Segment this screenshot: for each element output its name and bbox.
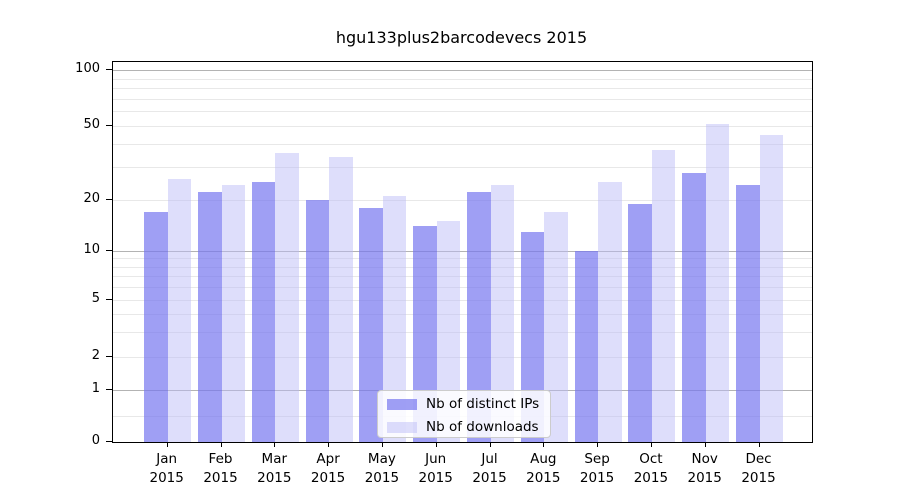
legend: Nb of distinct IPs Nb of downloads	[377, 390, 551, 438]
legend-label-distinct-ips: Nb of distinct IPs	[426, 396, 539, 412]
y-tick-label: 10	[50, 242, 100, 258]
bar-downloads-apr	[329, 157, 353, 442]
bar-downloads-nov	[706, 124, 730, 442]
legend-swatch-downloads	[387, 422, 417, 433]
y-tick-mark	[106, 299, 113, 300]
y-tick-label: 100	[50, 61, 100, 77]
major-gridline	[113, 70, 812, 71]
x-tick-mark	[597, 443, 598, 447]
bar-distinct-ips-sep	[575, 251, 599, 442]
bar-downloads-feb	[222, 185, 246, 442]
minor-gridline	[113, 99, 812, 100]
x-tick-label-dec: Dec2015	[727, 450, 791, 488]
x-tick-mark	[705, 443, 706, 447]
x-tick-mark	[328, 443, 329, 447]
bar-downloads-dec	[760, 135, 784, 443]
x-tick-mark	[490, 443, 491, 447]
x-tick-mark	[759, 443, 760, 447]
y-tick-label: 2	[50, 348, 100, 364]
minor-gridline	[113, 79, 812, 80]
bar-distinct-ips-dec	[736, 185, 760, 442]
y-tick-mark	[106, 389, 113, 390]
bar-distinct-ips-apr	[306, 200, 330, 442]
x-tick-mark	[221, 443, 222, 447]
download-stats-chart: hgu133plus2barcodevecs 2015 Nb of distin…	[0, 0, 900, 500]
y-tick-label: 5	[50, 291, 100, 307]
bar-downloads-sep	[598, 182, 622, 442]
y-tick-label: 50	[50, 117, 100, 133]
y-tick-mark	[106, 199, 113, 200]
y-tick-mark	[106, 125, 113, 126]
minor-gridline	[113, 111, 812, 112]
y-tick-mark	[106, 356, 113, 357]
legend-swatch-distinct-ips	[387, 399, 417, 410]
bar-downloads-oct	[652, 150, 676, 442]
x-tick-mark	[167, 443, 168, 447]
plot-area: Nb of distinct IPs Nb of downloads	[112, 61, 813, 443]
y-tick-label: 20	[50, 191, 100, 207]
bar-distinct-ips-jan	[144, 212, 168, 442]
y-tick-label: 1	[50, 381, 100, 397]
bar-downloads-jan	[168, 179, 192, 442]
legend-entry-downloads: Nb of downloads	[387, 417, 550, 437]
chart-title: hgu133plus2barcodevecs 2015	[112, 28, 811, 47]
legend-label-downloads: Nb of downloads	[426, 419, 539, 435]
x-tick-mark	[382, 443, 383, 447]
y-tick-label: 0	[50, 433, 100, 449]
x-tick-mark	[274, 443, 275, 447]
x-tick-mark	[543, 443, 544, 447]
legend-entry-distinct-ips: Nb of distinct IPs	[387, 394, 550, 414]
bar-distinct-ips-oct	[628, 204, 652, 442]
bar-distinct-ips-feb	[198, 192, 222, 442]
x-tick-mark	[651, 443, 652, 447]
bar-downloads-mar	[275, 153, 299, 443]
y-tick-mark	[106, 69, 113, 70]
y-tick-mark	[106, 250, 113, 251]
x-tick-mark	[436, 443, 437, 447]
bar-distinct-ips-mar	[252, 182, 276, 442]
bar-distinct-ips-nov	[682, 173, 706, 442]
y-tick-mark	[106, 441, 113, 442]
minor-gridline	[113, 88, 812, 89]
